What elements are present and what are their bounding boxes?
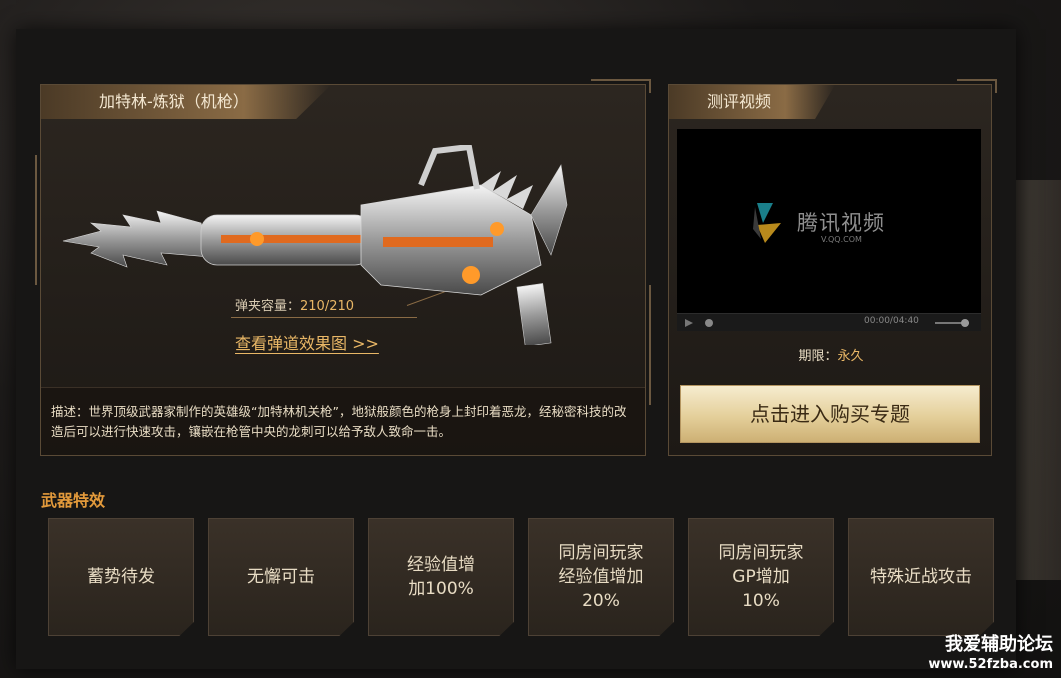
progress-knob[interactable] xyxy=(705,319,713,327)
frame-decoration xyxy=(35,155,41,285)
watermark: 我爱辅助论坛 www.52fzba.com xyxy=(928,633,1053,672)
view-ballistic-link[interactable]: 查看弹道效果图 >> xyxy=(235,330,379,354)
tencent-video-logo: 腾讯视频 V.QQ.COM xyxy=(751,199,911,249)
ammo-label: 弹夹容量： xyxy=(235,299,301,314)
effect-card: 同房间玩家 经验值增加 20% xyxy=(528,518,674,636)
video-panel: 测评视频 腾讯视频 V.QQ.COM 00:00/04:40 期限：永久 点击进… xyxy=(668,79,997,456)
description-label: 描述： xyxy=(51,404,89,419)
logo-subtext: V.QQ.COM xyxy=(821,235,862,244)
play-icon[interactable] xyxy=(685,319,693,327)
watermark-title: 我爱辅助论坛 xyxy=(945,634,1053,655)
period-info: 期限：永久 xyxy=(669,345,993,364)
frame-decoration xyxy=(957,79,997,93)
logo-text: 腾讯视频 xyxy=(797,211,885,235)
frame-decoration xyxy=(645,285,651,405)
effect-card: 无懈可击 xyxy=(208,518,354,636)
buy-topic-button[interactable]: 点击进入购买专题 xyxy=(680,385,980,443)
video-player[interactable]: 腾讯视频 V.QQ.COM 00:00/04:40 xyxy=(677,129,981,331)
watermark-url: www.52fzba.com xyxy=(928,657,1053,672)
video-control-bar: 00:00/04:40 xyxy=(677,313,981,331)
weapon-title: 加特林-炼狱（机枪） xyxy=(41,85,331,119)
frame-decoration xyxy=(591,79,651,93)
description-text: 世界顶级武器家制作的英雄级“加特林机关枪”，地狱般颜色的枪身上封印着恶龙，经秘密… xyxy=(51,404,627,439)
ammo-capacity: 弹夹容量：210/210 xyxy=(235,295,354,314)
volume-slider[interactable] xyxy=(935,319,969,327)
period-label: 期限： xyxy=(798,349,838,364)
video-time: 00:00/04:40 xyxy=(864,316,919,326)
weapon-panel: 加特林-炼狱（机枪） 弹夹容量：210/210 查看弹道效果图 >> 描述：世界… xyxy=(35,79,651,456)
ammo-value: 210/210 xyxy=(300,299,355,314)
video-title: 测评视频 xyxy=(669,85,835,119)
ammo-underline xyxy=(231,317,417,318)
effect-card: 蓄势待发 xyxy=(48,518,194,636)
weapon-description: 描述：世界顶级武器家制作的英雄级“加特林机关枪”，地狱般颜色的枪身上封印着恶龙，… xyxy=(41,387,645,455)
effect-card: 同房间玩家 GP增加 10% xyxy=(688,518,834,636)
tencent-video-icon xyxy=(753,203,781,243)
weapon-image xyxy=(62,145,568,345)
effect-card: 经验值增 加100% xyxy=(368,518,514,636)
effect-card: 特殊近战攻击 xyxy=(848,518,994,636)
effects-title: 武器特效 xyxy=(41,491,106,510)
period-value: 永久 xyxy=(837,349,864,364)
